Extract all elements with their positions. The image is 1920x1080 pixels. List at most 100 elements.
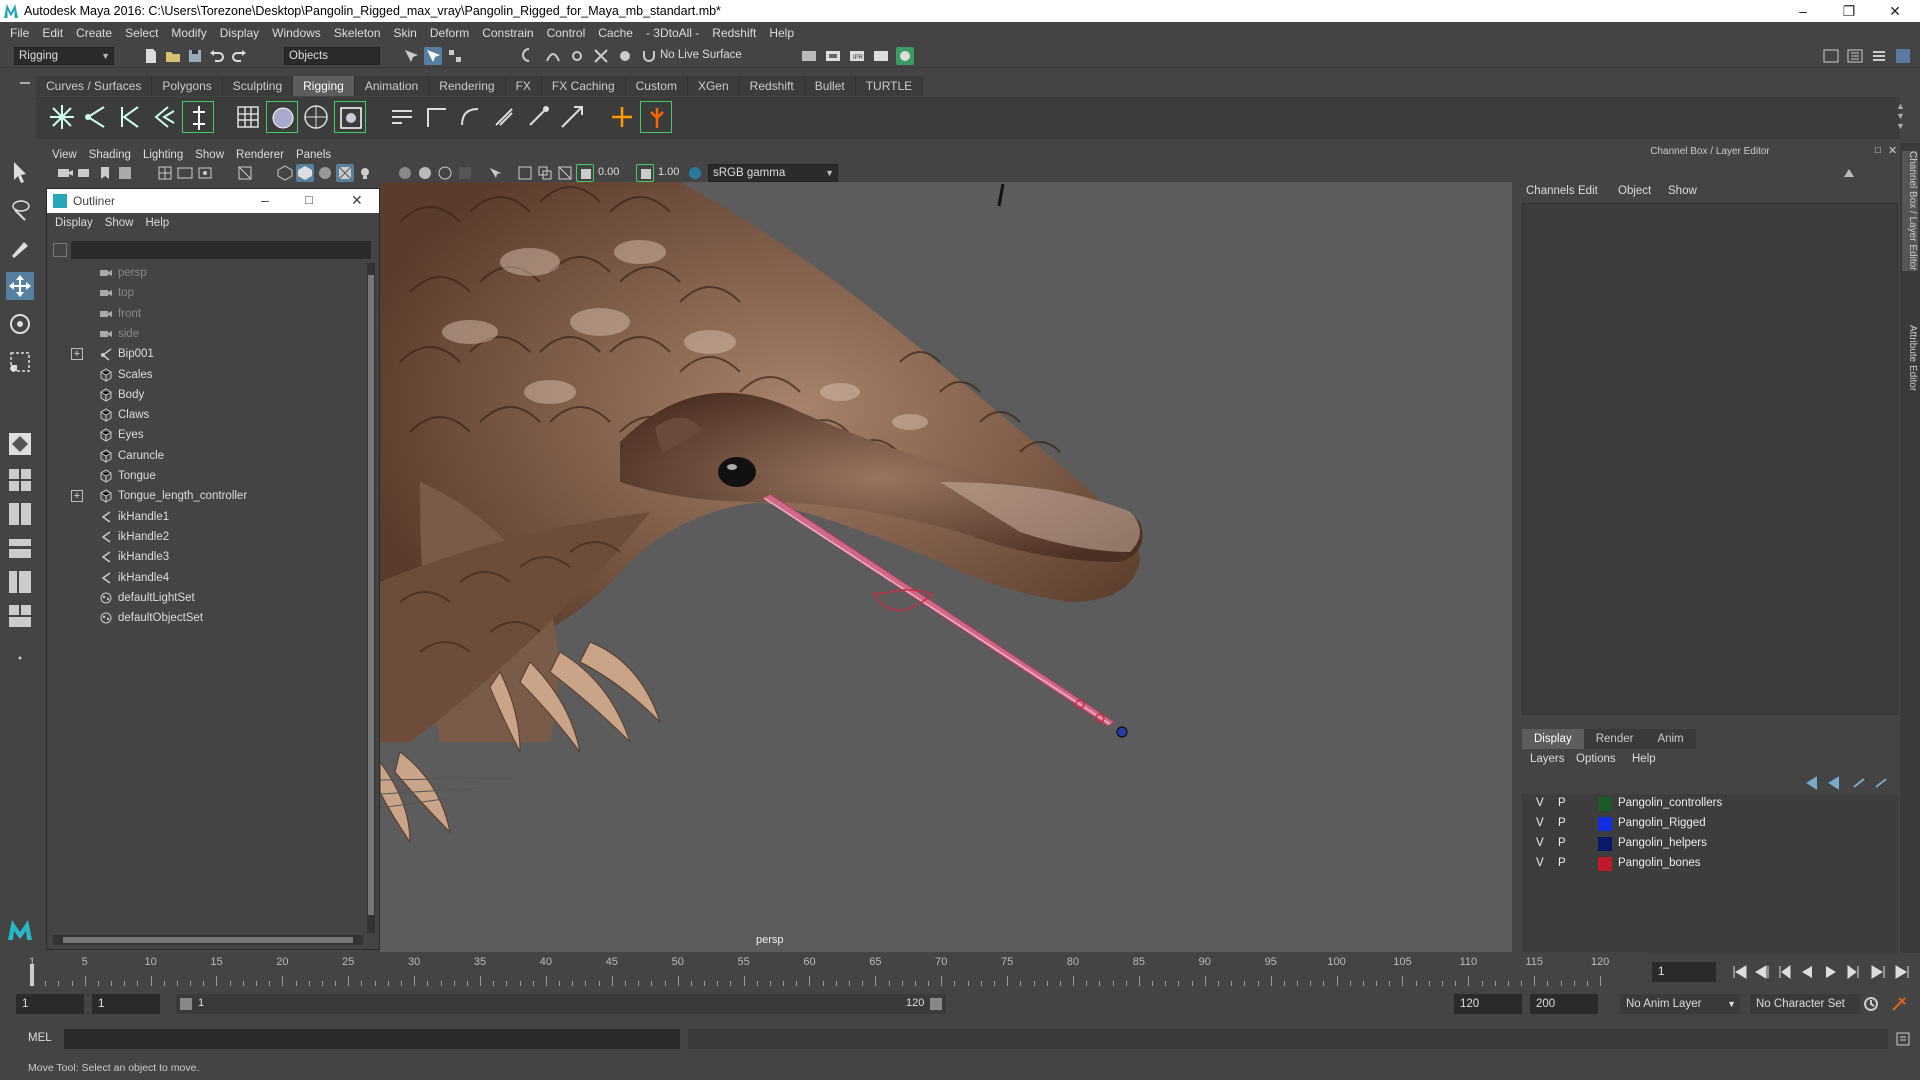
shelf-tab-5[interactable]: Rendering — [429, 76, 506, 96]
layer-color-swatch[interactable] — [1598, 837, 1612, 851]
outliner-item-defaultObjectSet[interactable]: defaultObjectSet — [51, 608, 351, 628]
script-editor-icon[interactable] — [1894, 1030, 1912, 1048]
shelf-tab-6[interactable]: FX — [505, 76, 542, 96]
viewport-menu-0[interactable]: View — [46, 149, 83, 161]
menu-8[interactable]: Skin — [390, 26, 426, 40]
more-layouts-icon[interactable] — [6, 644, 34, 672]
menu-6[interactable]: Windows — [268, 26, 330, 40]
orient-constraint-icon[interactable] — [420, 101, 452, 133]
outliner-vertical-scrollbar[interactable] — [367, 263, 375, 933]
shelf-tab-8[interactable]: Custom — [625, 76, 688, 96]
expand-icon[interactable]: + — [71, 490, 83, 503]
outliner-item-front[interactable]: front — [51, 304, 351, 324]
channel-menu-2[interactable]: Object — [1618, 185, 1651, 197]
persp-outliner-layout-icon[interactable] — [6, 534, 34, 562]
move-tool-icon[interactable] — [6, 272, 34, 300]
camera-attributes-icon[interactable] — [76, 164, 94, 182]
hypershade-layout-icon[interactable] — [6, 602, 34, 630]
magnet-icon[interactable] — [640, 47, 658, 65]
wrap-deformer-icon[interactable] — [266, 101, 298, 133]
film-gate-icon[interactable] — [176, 164, 194, 182]
menu-13[interactable]: - 3DtoAll - — [642, 26, 708, 40]
layer-visibility-toggle[interactable]: V — [1536, 857, 1544, 869]
lattice-icon[interactable] — [232, 101, 264, 133]
close-button[interactable]: ✕ — [1872, 0, 1918, 22]
menu-7[interactable]: Skeleton — [330, 26, 390, 40]
redo-icon[interactable] — [230, 47, 248, 65]
character-set-selector[interactable]: No Character Set — [1750, 994, 1860, 1014]
outliner-horizontal-scrollbar[interactable] — [53, 935, 363, 945]
lasso-tool-icon[interactable] — [6, 196, 34, 224]
shelf-tab-9[interactable]: XGen — [687, 76, 740, 96]
menu-4[interactable]: Modify — [167, 26, 215, 40]
locator-icon[interactable] — [606, 101, 638, 133]
channel-box-side-tab[interactable]: Channel Box / Layer Editor — [1902, 151, 1918, 271]
snap-surface-icon[interactable] — [616, 47, 634, 65]
select-tool-icon[interactable] — [6, 158, 34, 186]
graph-layout-icon[interactable] — [6, 568, 34, 596]
filter-icon[interactable] — [53, 243, 67, 257]
toggle-outliner-icon[interactable] — [1846, 47, 1864, 65]
viewport-menu-2[interactable]: Lighting — [137, 149, 189, 161]
toggle-channel-box-icon[interactable] — [1894, 47, 1912, 65]
shelf-tab-3[interactable]: Rigging — [293, 76, 355, 96]
image-plane-icon[interactable] — [116, 164, 134, 182]
menu-1[interactable]: Edit — [38, 26, 72, 40]
ipr-render-icon[interactable]: IPR — [848, 47, 866, 65]
paint-select-tool-icon[interactable] — [6, 234, 34, 262]
shelf-tab-4[interactable]: Animation — [354, 76, 430, 96]
playback-controls[interactable] — [1726, 962, 1916, 982]
cluster-icon[interactable] — [334, 101, 366, 133]
layer-playback-toggle[interactable]: P — [1558, 837, 1566, 849]
motion-blur-icon[interactable] — [436, 164, 454, 182]
render-view-icon[interactable] — [800, 47, 818, 65]
time-slider[interactable]: 1 5 10 15 20 25 30 35 40 45 50 55 60 65 70 75 80 85 90 95 10… — [26, 952, 1648, 986]
layer-color-swatch[interactable] — [1598, 817, 1612, 831]
workspace-icon[interactable] — [1822, 47, 1840, 65]
expand-icon[interactable]: + — [71, 348, 83, 361]
create-joint-icon[interactable] — [46, 101, 78, 133]
shelf-scroll-arrows[interactable]: ▲ ▼ ▼ — [1896, 101, 1905, 131]
menu-2[interactable]: Create — [72, 26, 121, 40]
outliner-item-ikHandle3[interactable]: ikHandle3 — [51, 547, 351, 567]
outliner-item-persp[interactable]: persp — [51, 263, 351, 283]
bookmark-icon[interactable] — [96, 164, 114, 182]
new-scene-icon[interactable] — [142, 47, 160, 65]
menu-11[interactable]: Control — [543, 26, 595, 40]
snap-curve-icon[interactable] — [544, 47, 562, 65]
textured-icon[interactable] — [336, 164, 354, 182]
live-surface-label[interactable]: No Live Surface — [660, 49, 742, 61]
near-clip-value[interactable]: 0.00 — [598, 166, 619, 178]
set-driven-key-icon[interactable] — [640, 101, 672, 133]
shelf-tab-1[interactable]: Polygons — [152, 76, 223, 96]
aim-constraint-icon[interactable] — [522, 101, 554, 133]
color-management-icon[interactable] — [686, 164, 704, 182]
playback-end-field[interactable]: 120 — [1454, 994, 1522, 1014]
viewport-menu-4[interactable]: Renderer — [230, 149, 290, 161]
rotate-tool-icon[interactable] — [6, 310, 34, 338]
two-pane-layout-icon[interactable] — [6, 500, 34, 528]
menu-15[interactable]: Help — [765, 26, 803, 40]
snap-point-icon[interactable] — [568, 47, 586, 65]
layer-row[interactable]: V P Pangolin_controllers — [1522, 794, 1898, 814]
viewport-menu-5[interactable]: Panels — [290, 149, 337, 161]
shadows-icon[interactable] — [396, 164, 414, 182]
shelf-tab-10[interactable]: Redshift — [739, 76, 805, 96]
xray-components-icon[interactable] — [556, 164, 574, 182]
camera-far-clip-icon[interactable] — [636, 164, 654, 182]
anim-layer-selector[interactable]: No Anim Layer ▼ — [1620, 994, 1740, 1014]
layer-color-swatch[interactable] — [1598, 857, 1612, 871]
save-scene-icon[interactable] — [186, 47, 204, 65]
toggle-attribute-editor-icon[interactable] — [1870, 47, 1888, 65]
playback-start-field[interactable]: 1 — [92, 994, 160, 1014]
outliner-filter-field[interactable] — [71, 241, 371, 259]
select-object-icon[interactable] — [424, 47, 442, 65]
outliner-item-Body[interactable]: Body — [51, 385, 351, 405]
auto-key-icon[interactable] — [1862, 995, 1880, 1013]
mirror-joint-icon[interactable] — [148, 101, 180, 133]
ik-handle-icon[interactable] — [80, 101, 112, 133]
channel-box-settings-icon[interactable] — [1842, 165, 1856, 179]
command-language-label[interactable]: MEL — [28, 1032, 52, 1044]
shelf-tab-12[interactable]: TURTLE — [855, 76, 924, 96]
channel-menu-0[interactable]: Channels — [1526, 185, 1575, 197]
